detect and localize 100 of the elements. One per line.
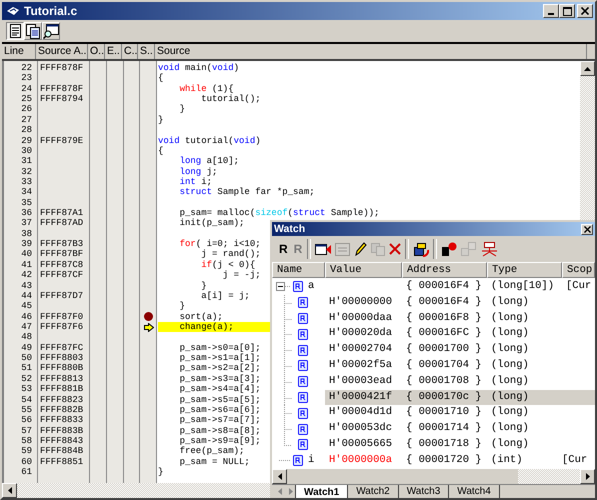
line-number: 35 bbox=[21, 198, 32, 208]
horizontal-scrollbar[interactable] bbox=[272, 468, 595, 484]
line-number: 29 bbox=[21, 136, 32, 146]
column-header[interactable]: Value bbox=[325, 262, 402, 278]
variable-name: i bbox=[308, 452, 314, 468]
column-header[interactable]: Source bbox=[155, 44, 587, 59]
code-line: } bbox=[178, 301, 186, 312]
value-text: H'000053dc bbox=[329, 422, 392, 434]
watch-row[interactable]: H'00004d1d { 00001710 } (long) bbox=[272, 405, 595, 422]
column-header[interactable]: S.. bbox=[138, 44, 155, 59]
code-line: p_sam = NULL; bbox=[178, 456, 250, 468]
line-number: 26 bbox=[21, 104, 32, 114]
line-number: 44 bbox=[21, 290, 32, 301]
value-text: H'00002704 bbox=[329, 343, 392, 356]
value-text: H'00003ead bbox=[329, 374, 392, 387]
watch-row[interactable]: H'00005665 { 00001718 } (long) bbox=[272, 436, 595, 453]
scan-icon[interactable] bbox=[481, 242, 498, 256]
column-header[interactable]: C.. bbox=[122, 44, 138, 59]
type-text: (long) bbox=[491, 390, 529, 403]
tab[interactable]: Watch1 bbox=[295, 484, 348, 498]
column-header[interactable]: Type bbox=[487, 262, 562, 278]
scope-text: [Cur bbox=[562, 454, 588, 466]
app-icon bbox=[6, 6, 20, 16]
line-number: 57 bbox=[21, 426, 32, 436]
scroll-left-icon[interactable] bbox=[8, 487, 12, 494]
value-text: H'00000daa bbox=[329, 312, 392, 324]
watch-row[interactable]: i H'0000000a { 00001720 } (int) [Cur bbox=[272, 452, 595, 469]
line-number: 49 bbox=[21, 342, 32, 353]
code-line: } bbox=[158, 114, 164, 126]
register-button[interactable]: R bbox=[278, 242, 289, 256]
line-number: 46 bbox=[21, 312, 32, 322]
view-button[interactable] bbox=[6, 22, 24, 40]
register-icon bbox=[298, 344, 308, 356]
line-number: 33 bbox=[21, 176, 32, 187]
address-text: FFFF87C8 bbox=[40, 260, 84, 270]
scroll-left-icon[interactable] bbox=[278, 472, 282, 480]
record-icon[interactable] bbox=[441, 242, 458, 256]
code-line: p_sam->s0=a[0]; bbox=[178, 342, 261, 354]
close-button[interactable] bbox=[577, 4, 593, 18]
maximize-button[interactable] bbox=[559, 4, 575, 18]
delete-icon[interactable] bbox=[389, 243, 402, 255]
address-text: FFFF878F bbox=[40, 84, 84, 94]
breakpoint-icon[interactable] bbox=[144, 312, 153, 322]
scroll-up-icon[interactable] bbox=[584, 66, 591, 70]
type-text: (long) bbox=[491, 296, 529, 308]
address-text: FFFF8833 bbox=[40, 415, 84, 426]
watch-row[interactable]: H'0000421f { 0000170c } (long) bbox=[272, 390, 595, 406]
column-header[interactable]: Line bbox=[2, 44, 36, 59]
register-icon bbox=[298, 424, 308, 435]
address-text: FFFF880B bbox=[40, 363, 84, 374]
code-line: p_sam->s1=a[1]; bbox=[178, 353, 261, 364]
code-line: a[i] = j; bbox=[200, 290, 250, 302]
address-text: { 00001714 } bbox=[406, 422, 482, 434]
line-number: 28 bbox=[21, 125, 32, 136]
code-line: p_sam->s7=a[7]; bbox=[178, 415, 261, 426]
address-text: { 000016F4 } bbox=[406, 296, 482, 308]
column-header[interactable]: Name bbox=[272, 262, 325, 278]
collapse-icon[interactable] bbox=[276, 282, 291, 292]
watch-row[interactable]: H'00002f5a { 00001704 } (long) bbox=[272, 358, 595, 374]
line-number: 30 bbox=[21, 146, 32, 156]
watch-row[interactable]: H'000053dc { 00001714 } (long) bbox=[272, 421, 595, 437]
column-header[interactable]: Address bbox=[402, 262, 487, 278]
column-header[interactable]: E.. bbox=[105, 44, 122, 59]
column-header[interactable]: O.. bbox=[88, 44, 105, 59]
line-number: 47 bbox=[21, 322, 32, 332]
address-text: FFFF878F bbox=[40, 63, 84, 73]
address-text: { 00001720 } bbox=[406, 454, 482, 466]
page-stack-icon bbox=[26, 24, 40, 38]
address-text: FFFF8843 bbox=[40, 436, 84, 446]
code-line: p_sam->s8=a[8]; bbox=[178, 426, 261, 436]
line-number: 50 bbox=[21, 353, 32, 364]
watch-row[interactable]: a { 000016F4 } (long[10]) [Cur bbox=[272, 279, 595, 295]
value-text: H'0000000a bbox=[329, 454, 392, 466]
scroll-right-icon[interactable] bbox=[586, 472, 590, 480]
code-line: p_sam= malloc(sizeof(struct Sample)); bbox=[178, 208, 380, 218]
line-number: 31 bbox=[21, 156, 32, 166]
address-text: FFFF8803 bbox=[40, 353, 84, 364]
code-line: p_sam->s3=a[3]; bbox=[178, 374, 261, 384]
address-text: FFFF8851 bbox=[40, 456, 84, 467]
refresh-icon[interactable] bbox=[413, 242, 430, 256]
address-text: FFFF884B bbox=[40, 446, 84, 456]
register-icon bbox=[298, 360, 308, 372]
address-text: FFFF87AD bbox=[40, 218, 84, 228]
line-number: 45 bbox=[21, 301, 32, 312]
code-line: p_sam->s2=a[2]; bbox=[178, 363, 261, 374]
minimize-button[interactable] bbox=[543, 4, 559, 18]
watch-row[interactable]: H'00002704 { 00001700 } (long) bbox=[272, 342, 595, 358]
address-text: { 00001708 } bbox=[406, 374, 482, 387]
code-line: p_sam->s5=a[5]; bbox=[178, 394, 261, 405]
code-line: } bbox=[178, 104, 186, 115]
column-header[interactable]: Scop bbox=[562, 262, 595, 278]
watch-row[interactable]: H'00000000 { 000016F4 } (long) bbox=[272, 294, 595, 311]
line-number: 42 bbox=[21, 270, 32, 280]
code-line: init(p_sam); bbox=[178, 218, 244, 229]
column-header[interactable]: Source A.. bbox=[36, 44, 88, 59]
watch-row[interactable]: H'00003ead { 00001708 } (long) bbox=[272, 374, 595, 390]
address-text: { 00001704 } bbox=[406, 358, 482, 371]
close-button[interactable] bbox=[581, 224, 593, 234]
pencil-icon[interactable] bbox=[354, 242, 368, 256]
window-icon[interactable] bbox=[315, 242, 332, 256]
